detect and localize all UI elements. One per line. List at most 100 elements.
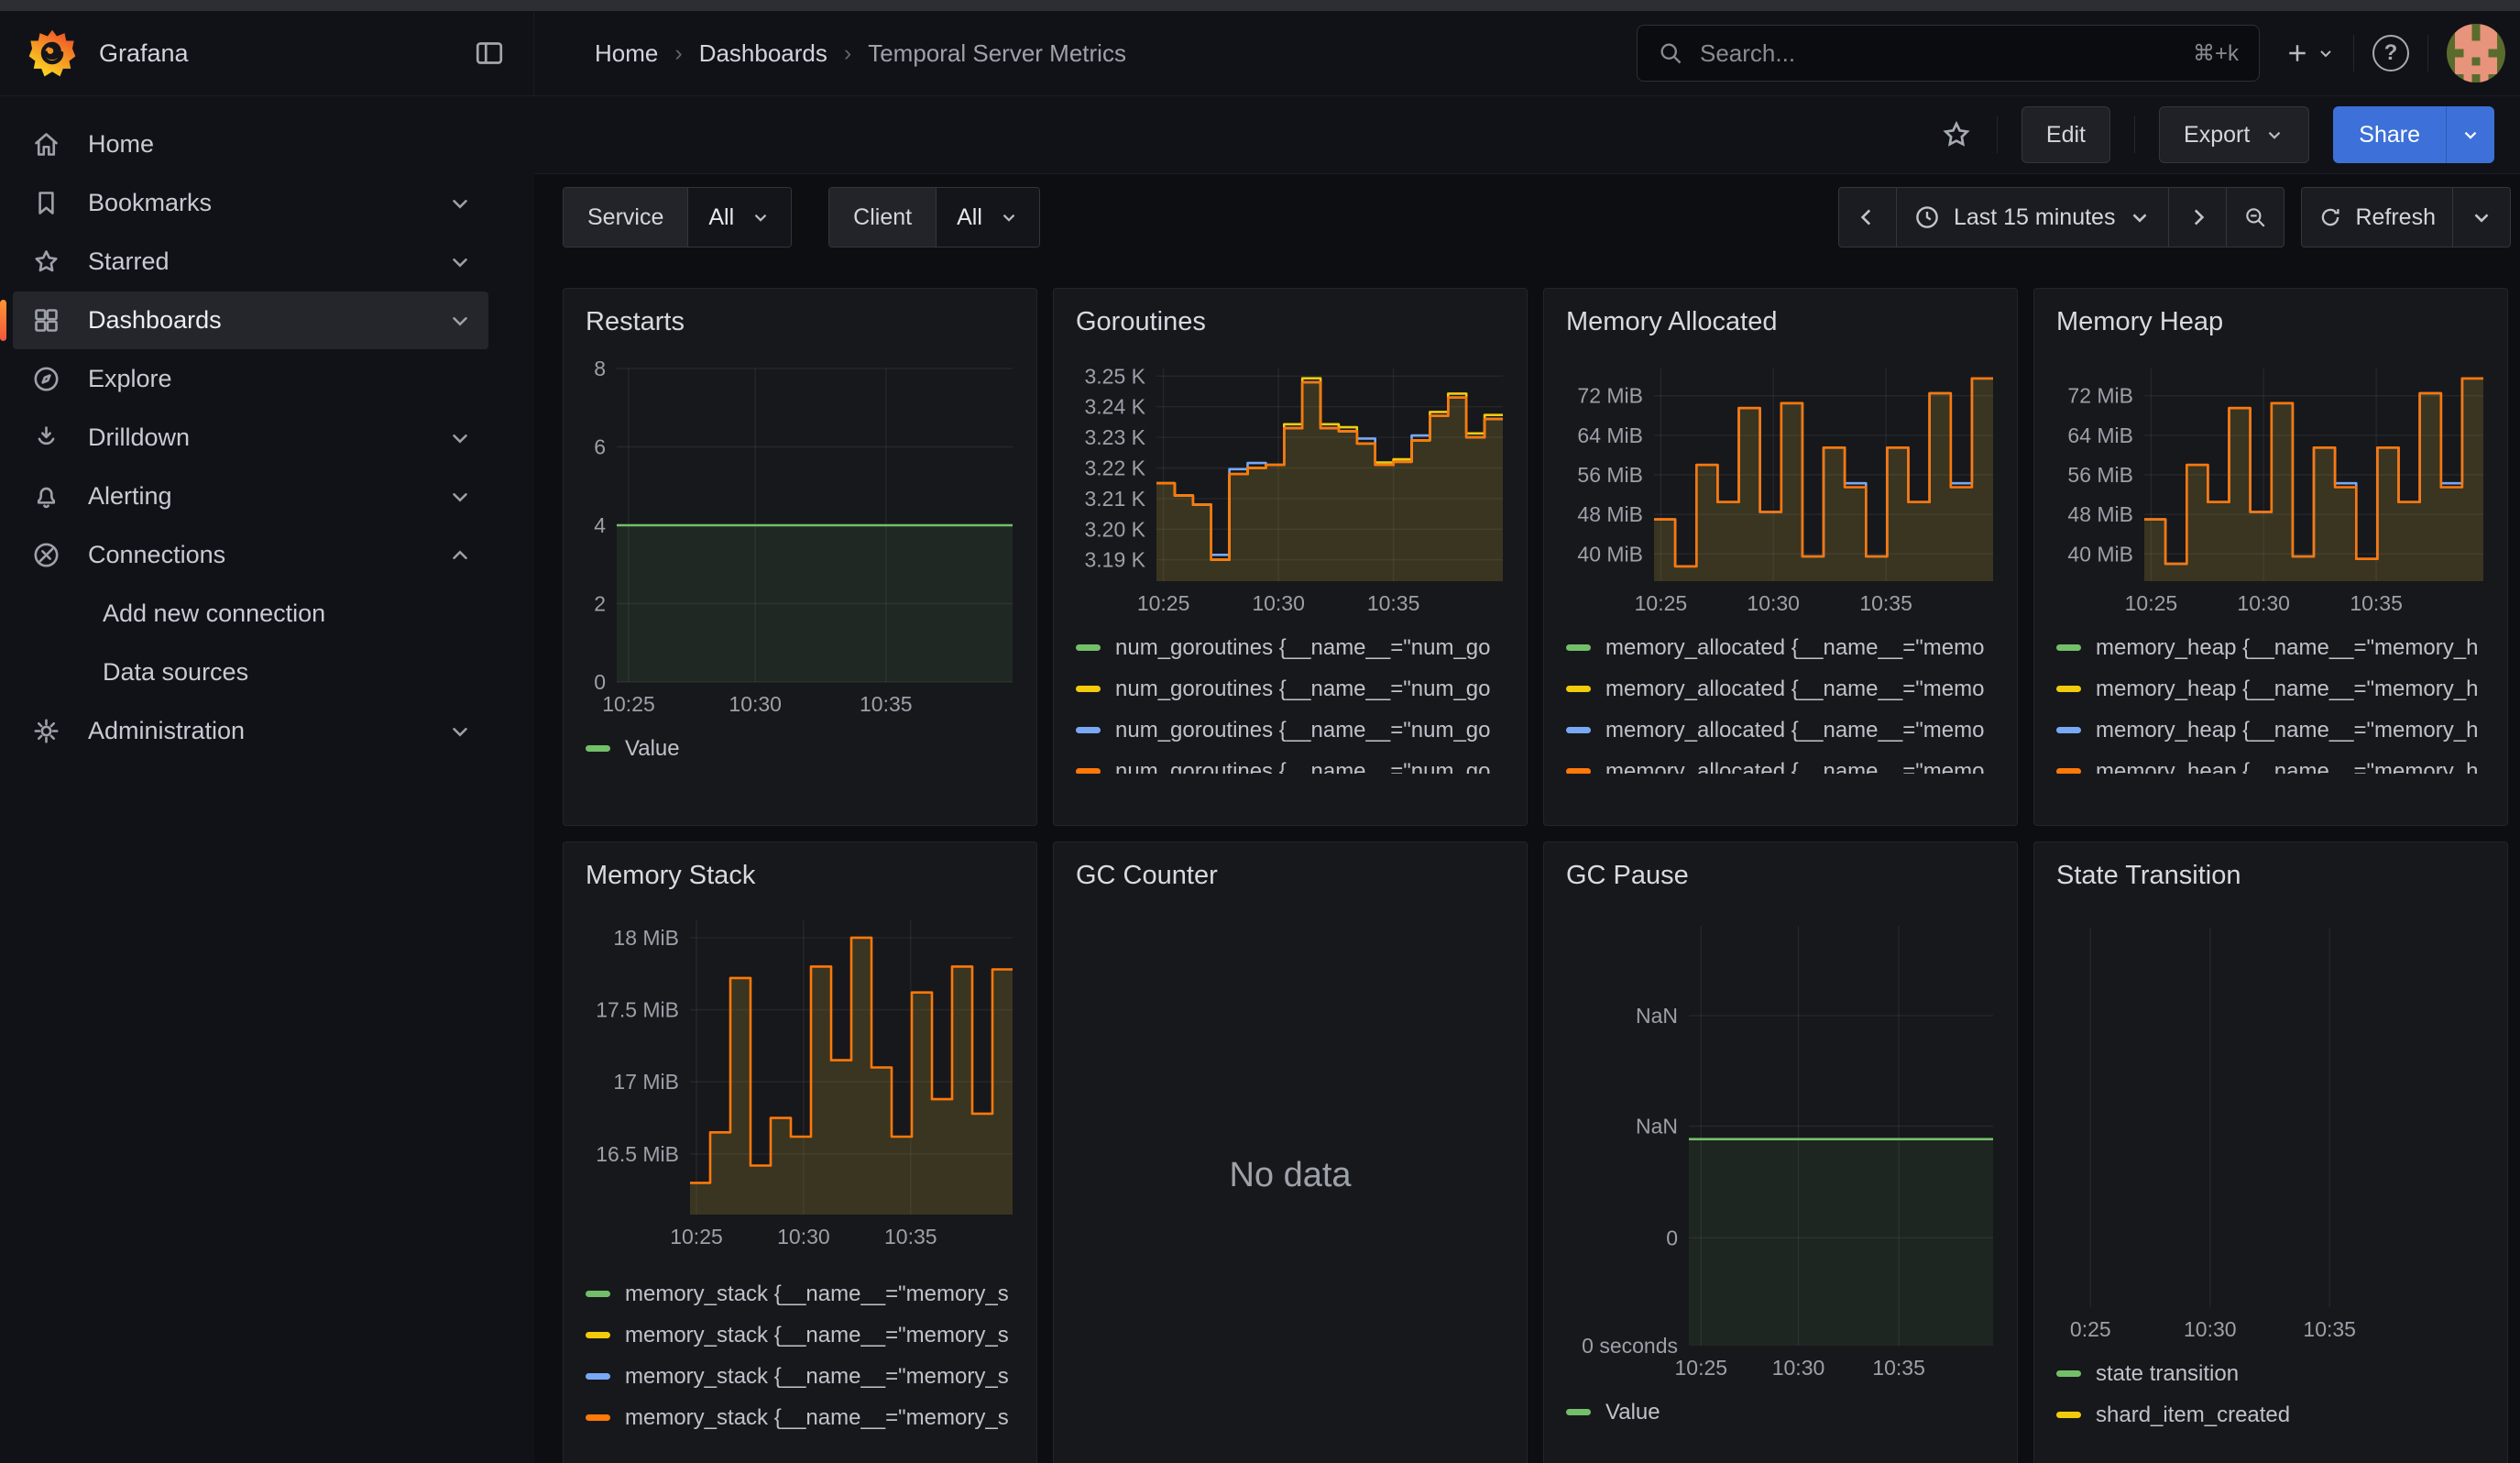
panel-title[interactable]: GC Counter bbox=[1076, 861, 1505, 891]
legend: num_goroutines {__name__="num_gonum_goro… bbox=[1076, 627, 1505, 774]
user-avatar[interactable] bbox=[2447, 24, 2505, 82]
breadcrumb-dashboards[interactable]: Dashboards bbox=[699, 39, 827, 68]
sidebar-item-home[interactable]: Home bbox=[13, 116, 488, 173]
panel-title[interactable]: Memory Heap bbox=[2056, 307, 2485, 337]
share-button[interactable]: Share bbox=[2333, 106, 2446, 163]
legend-item[interactable]: memory_heap {__name__="memory_h bbox=[2056, 751, 2485, 774]
export-button[interactable]: Export bbox=[2159, 106, 2309, 163]
legend-series-dash-icon bbox=[2056, 686, 2081, 692]
legend-item[interactable]: memory_heap {__name__="memory_h bbox=[2056, 710, 2485, 751]
legend-item[interactable]: shard_item_created bbox=[2056, 1394, 2485, 1436]
sidebar-item-add-new-connection[interactable]: Add new connection bbox=[13, 585, 488, 643]
share-dropdown-button[interactable] bbox=[2446, 106, 2494, 163]
sidebar-item-alerting[interactable]: Alerting bbox=[13, 468, 488, 525]
sidebar-collapse-icon[interactable] bbox=[473, 37, 506, 70]
chart-restarts[interactable]: 8642010:2510:3010:35 bbox=[586, 350, 1014, 717]
chart-memory-stack[interactable]: 18 MiB17.5 MiB17 MiB16.5 MiB10:2510:3010… bbox=[586, 904, 1014, 1249]
grafana-logo-icon[interactable] bbox=[27, 28, 77, 78]
legend-item[interactable]: memory_allocated {__name__="memo bbox=[1566, 668, 1995, 710]
panel-title[interactable]: State Transition bbox=[2056, 861, 2485, 891]
breadcrumb: Home › Dashboards › Temporal Server Metr… bbox=[595, 39, 1126, 68]
sidebar-item-starred[interactable]: Starred bbox=[13, 233, 488, 291]
svg-text:10:35: 10:35 bbox=[2303, 1317, 2356, 1341]
new-dashboard-button[interactable] bbox=[2284, 39, 2335, 67]
dashboard-toolbar: Edit Export Share bbox=[534, 96, 2520, 174]
chevron-up-icon[interactable] bbox=[448, 544, 472, 567]
sidebar-item-label: Connections bbox=[88, 541, 225, 569]
legend-item[interactable]: num_goroutines {__name__="num_go bbox=[1076, 627, 1505, 668]
legend-item[interactable]: Value bbox=[586, 728, 1014, 769]
sidebar-item-bookmarks[interactable]: Bookmarks bbox=[13, 174, 488, 232]
client-variable[interactable]: Client All bbox=[828, 187, 1040, 248]
legend-series-dash-icon bbox=[2056, 1370, 2081, 1377]
legend-item[interactable]: memory_allocated {__name__="memo bbox=[1566, 751, 1995, 774]
service-variable[interactable]: Service All bbox=[563, 187, 792, 248]
legend-item[interactable]: memory_stack {__name__="memory_s bbox=[586, 1356, 1014, 1397]
sidebar-item-dashboards[interactable]: Dashboards bbox=[13, 292, 488, 349]
panel-title[interactable]: Goroutines bbox=[1076, 307, 1505, 337]
legend-series-dash-icon bbox=[1566, 1409, 1591, 1415]
chart-gc-pause[interactable]: NaNNaN00 seconds10:2510:3010:35 bbox=[1566, 904, 1995, 1380]
svg-text:48 MiB: 48 MiB bbox=[1577, 502, 1643, 526]
sidebar-item-connections[interactable]: Connections bbox=[13, 526, 488, 584]
time-range-picker[interactable]: Last 15 minutes bbox=[1896, 187, 2170, 248]
legend-item[interactable]: memory_allocated {__name__="memo bbox=[1566, 627, 1995, 668]
time-controls: Last 15 minutes Refresh bbox=[1838, 187, 2511, 248]
client-variable-value[interactable]: All bbox=[936, 188, 1039, 247]
chart-state-transition[interactable]: 0:2510:3010:35 bbox=[2056, 904, 2485, 1342]
legend-item[interactable]: num_goroutines {__name__="num_go bbox=[1076, 668, 1505, 710]
search-input[interactable] bbox=[1698, 38, 2182, 69]
legend-item[interactable]: state transition bbox=[2056, 1353, 2485, 1394]
refresh-button[interactable]: Refresh bbox=[2301, 187, 2453, 248]
sidebar-item-administration[interactable]: Administration bbox=[13, 702, 488, 760]
panel-title[interactable]: Memory Allocated bbox=[1566, 307, 1995, 337]
chevron-down-icon[interactable] bbox=[448, 720, 472, 743]
legend-item[interactable]: memory_heap {__name__="memory_h bbox=[2056, 627, 2485, 668]
svg-text:10:30: 10:30 bbox=[729, 692, 782, 716]
help-icon[interactable]: ? bbox=[2372, 35, 2409, 72]
svg-text:3.19 K: 3.19 K bbox=[1085, 548, 1146, 572]
sidebar-item-drilldown[interactable]: Drilldown bbox=[13, 409, 488, 467]
chevron-down-icon[interactable] bbox=[448, 192, 472, 215]
panel-gc-pause: GC Pause NaNNaN00 seconds10:2510:3010:35 V… bbox=[1543, 842, 2018, 1463]
legend-item[interactable]: num_goroutines {__name__="num_go bbox=[1076, 751, 1505, 774]
chart-memory-allocated[interactable]: 72 MiB64 MiB56 MiB48 MiB40 MiB10:2510:30… bbox=[1566, 350, 1995, 616]
favorite-star-icon[interactable] bbox=[1940, 118, 1973, 151]
legend-item[interactable]: memory_heap {__name__="memory_h bbox=[2056, 668, 2485, 710]
chevron-down-icon bbox=[2470, 205, 2493, 229]
svg-text:3.23 K: 3.23 K bbox=[1085, 425, 1146, 449]
refresh-interval-dropdown[interactable] bbox=[2452, 187, 2511, 248]
sidebar-item-explore[interactable]: Explore bbox=[13, 350, 488, 408]
legend-item[interactable]: memory_stack {__name__="memory_s bbox=[586, 1314, 1014, 1356]
svg-text:64 MiB: 64 MiB bbox=[1577, 424, 1643, 447]
legend-series-dash-icon bbox=[586, 1291, 610, 1297]
chevron-down-icon[interactable] bbox=[448, 309, 472, 333]
chevron-down-icon[interactable] bbox=[448, 485, 472, 509]
search-box[interactable]: ⌘+k bbox=[1637, 25, 2260, 82]
service-variable-value[interactable]: All bbox=[687, 188, 791, 247]
legend-item[interactable]: memory_allocated {__name__="memo bbox=[1566, 710, 1995, 751]
zoom-out-button[interactable] bbox=[2226, 187, 2284, 248]
legend-series-dash-icon bbox=[1076, 686, 1101, 692]
legend-series-label: shard_item_created bbox=[2096, 1402, 2290, 1428]
svg-text:10:35: 10:35 bbox=[1367, 591, 1420, 615]
breadcrumb-home[interactable]: Home bbox=[595, 39, 658, 68]
time-shift-forward-button[interactable] bbox=[2168, 187, 2227, 248]
panel-title[interactable]: Restarts bbox=[586, 307, 1014, 337]
time-shift-back-button[interactable] bbox=[1838, 187, 1897, 248]
chevron-down-icon[interactable] bbox=[448, 426, 472, 450]
legend-item[interactable]: num_goroutines {__name__="num_go bbox=[1076, 710, 1505, 751]
legend-item[interactable]: memory_stack {__name__="memory_s bbox=[586, 1397, 1014, 1438]
panel-title[interactable]: Memory Stack bbox=[586, 861, 1014, 891]
chart-memory-heap[interactable]: 72 MiB64 MiB56 MiB48 MiB40 MiB10:2510:30… bbox=[2056, 350, 2485, 616]
chevron-down-icon[interactable] bbox=[448, 250, 472, 274]
sidebar-item-label: Administration bbox=[88, 717, 245, 745]
legend-item[interactable]: memory_stack {__name__="memory_s bbox=[586, 1273, 1014, 1314]
chart-goroutines[interactable]: 3.25 K3.24 K3.23 K3.22 K3.21 K3.20 K3.19… bbox=[1076, 350, 1505, 616]
legend-item[interactable]: Value bbox=[1566, 1392, 1995, 1433]
panel-title[interactable]: GC Pause bbox=[1566, 861, 1995, 891]
edit-button[interactable]: Edit bbox=[2021, 106, 2110, 163]
sidebar-item-data-sources[interactable]: Data sources bbox=[13, 644, 488, 701]
legend-series-dash-icon bbox=[2056, 768, 2081, 774]
panel-restarts: Restarts 8642010:2510:3010:35 Value bbox=[563, 288, 1037, 826]
